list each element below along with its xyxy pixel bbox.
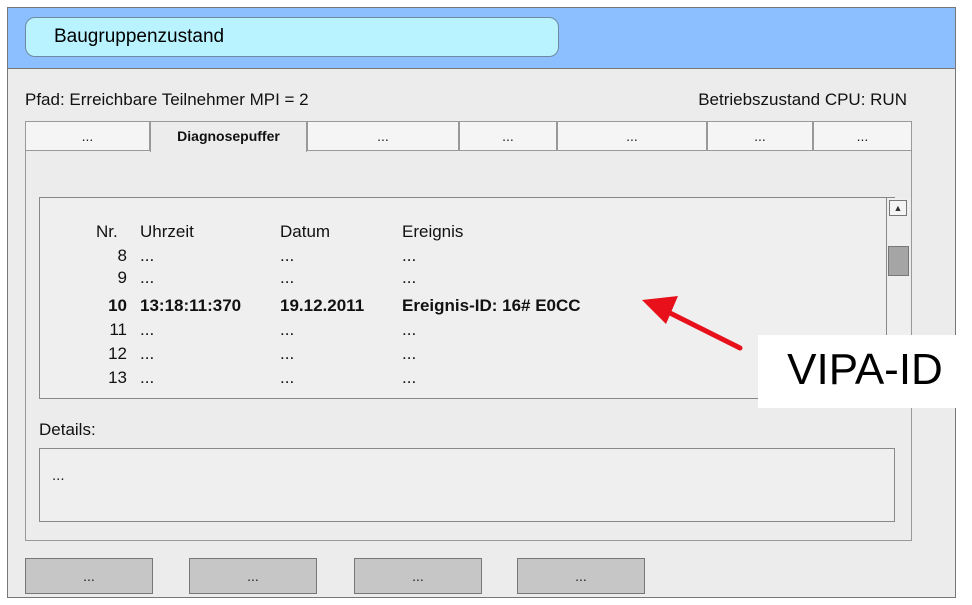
cell-date: ... xyxy=(280,344,295,363)
red-arrow-icon xyxy=(642,296,743,351)
cell-time: ... xyxy=(140,246,155,265)
cell-event: ... xyxy=(402,246,417,265)
cell-nr: 9 xyxy=(117,268,127,287)
tab-7[interactable]: ... xyxy=(813,121,912,151)
triangle-up-icon[interactable]: ▲ xyxy=(889,200,907,216)
action-button-2[interactable]: ... xyxy=(189,558,317,594)
cell-date: ... xyxy=(280,368,295,387)
cell-date: 19.12.2011 xyxy=(280,296,365,315)
cell-event: Ereignis-ID: 16# E0CC xyxy=(402,296,581,315)
cell-date: ... xyxy=(280,268,295,287)
header-time: Uhrzeit xyxy=(140,222,194,241)
cell-nr: 10 xyxy=(108,296,127,315)
cell-event: ... xyxy=(402,344,417,363)
cell-nr: 11 xyxy=(109,320,127,339)
cell-event: ... xyxy=(402,320,417,339)
tab-6[interactable]: ... xyxy=(707,121,813,151)
cell-event: ... xyxy=(402,268,417,287)
action-button-3[interactable]: ... xyxy=(354,558,482,594)
cell-time: ... xyxy=(140,268,155,287)
tab-strip: ... Diagnosepuffer ... ... ... ... ... xyxy=(25,121,912,152)
action-button-4[interactable]: ... xyxy=(517,558,645,594)
cell-nr: 13 xyxy=(108,368,127,387)
window-title: Baugruppenzustand xyxy=(25,17,559,57)
title-bar: Baugruppenzustand xyxy=(8,8,955,69)
cell-time: ... xyxy=(140,368,155,387)
tab-4[interactable]: ... xyxy=(459,121,557,151)
details-label: Details: xyxy=(39,420,96,439)
header-nr: Nr. xyxy=(96,222,118,241)
path-label: Pfad: Erreichbare Teilnehmer MPI = 2 xyxy=(25,90,309,109)
module-status-window: Baugruppenzustand Pfad: Erreichbare Teil… xyxy=(7,7,956,598)
tab-1[interactable]: ... xyxy=(25,121,150,151)
cell-date: ... xyxy=(280,320,295,339)
cell-time: 13:18:11:370 xyxy=(140,296,242,315)
details-field[interactable]: ... xyxy=(39,448,895,522)
tab-5[interactable]: ... xyxy=(557,121,707,151)
cell-time: ... xyxy=(140,320,155,339)
header-event: Ereignis xyxy=(402,222,464,241)
cell-event: ... xyxy=(402,368,417,387)
cell-nr: 12 xyxy=(108,344,127,363)
scroll-thumb[interactable] xyxy=(888,246,909,276)
vipa-id-annotation: VIPA-ID xyxy=(758,335,972,408)
cell-time: ... xyxy=(140,344,155,363)
cpu-mode-label: Betriebszustand CPU: RUN xyxy=(698,90,907,109)
tab-3[interactable]: ... xyxy=(307,121,459,151)
cell-date: ... xyxy=(280,246,295,265)
cell-nr: 8 xyxy=(117,246,127,265)
tab-diagnosepuffer[interactable]: Diagnosepuffer xyxy=(150,121,307,152)
header-date: Datum xyxy=(280,222,331,241)
action-button-1[interactable]: ... xyxy=(25,558,153,594)
